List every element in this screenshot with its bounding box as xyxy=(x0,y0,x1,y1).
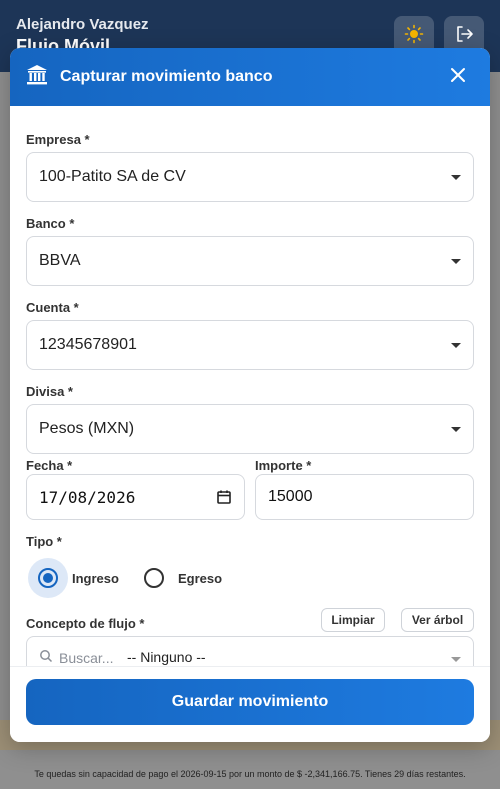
cuenta-value: 12345678901 xyxy=(39,336,137,353)
importe-input[interactable]: 15000 xyxy=(255,474,474,520)
tipo-label: Tipo * xyxy=(26,534,62,549)
importe-label: Importe * xyxy=(255,458,312,473)
clear-button[interactable]: Limpiar xyxy=(321,608,385,632)
radio-ingreso-control[interactable] xyxy=(28,558,68,598)
concepto-search[interactable]: Buscar... xyxy=(39,649,113,666)
banco-label: Banco * xyxy=(26,216,75,231)
divisa-label: Divisa * xyxy=(26,384,73,399)
cuenta-label: Cuenta * xyxy=(26,300,79,315)
fecha-value: 17/08/2026 xyxy=(39,487,136,507)
divisa-value: Pesos (MXN) xyxy=(39,420,135,437)
logout-icon xyxy=(454,24,474,49)
payment-capacity-note: Te quedas sin capacidad de pago el 2026-… xyxy=(34,769,466,779)
chevron-down-icon xyxy=(451,175,461,180)
concepto-label: Concepto de flujo * xyxy=(26,616,145,631)
chevron-down-icon xyxy=(451,427,461,432)
banco-select[interactable]: BBVA xyxy=(26,236,474,286)
empresa-value: 100-Patito SA de CV xyxy=(39,168,186,185)
bank-icon xyxy=(26,64,48,91)
concepto-search-placeholder: Buscar... xyxy=(59,649,114,666)
chevron-down-icon xyxy=(451,657,461,662)
banco-value: BBVA xyxy=(39,252,81,269)
radio-egreso-label: Egreso xyxy=(178,570,223,586)
view-tree-button[interactable]: Ver árbol xyxy=(401,608,474,632)
user-name: Alejandro Vazquez xyxy=(16,16,149,33)
empresa-label: Empresa * xyxy=(26,132,90,147)
fecha-input[interactable]: 17/08/2026 xyxy=(26,474,245,520)
chevron-down-icon xyxy=(451,259,461,264)
importe-value: 15000 xyxy=(268,488,313,505)
fecha-label: Fecha * xyxy=(26,458,73,473)
radio-dot xyxy=(43,573,53,583)
modal-title: Capturar movimiento banco xyxy=(60,68,273,85)
sun-icon xyxy=(404,24,424,49)
calendar-icon[interactable] xyxy=(216,489,232,509)
search-icon xyxy=(39,649,53,666)
empresa-select[interactable]: 100-Patito SA de CV xyxy=(26,152,474,202)
radio-ingreso[interactable]: Ingreso xyxy=(28,558,119,598)
capture-movement-modal: Capturar movimiento banco Empresa * 100-… xyxy=(10,48,490,742)
modal-footer: Guardar movimiento xyxy=(10,666,490,742)
chevron-down-icon xyxy=(451,343,461,348)
close-icon xyxy=(450,67,466,88)
radio-ring-selected xyxy=(38,568,58,588)
save-movement-button[interactable]: Guardar movimiento xyxy=(26,679,474,725)
radio-ingreso-label: Ingreso xyxy=(72,570,119,586)
modal-body: Empresa * 100-Patito SA de CV Banco * BB… xyxy=(10,106,490,676)
radio-egreso-control[interactable] xyxy=(134,558,174,598)
concepto-select[interactable]: -- Ninguno -- xyxy=(127,649,206,665)
close-button[interactable] xyxy=(446,65,470,89)
radio-ring-unselected xyxy=(144,568,164,588)
divisa-select[interactable]: Pesos (MXN) xyxy=(26,404,474,454)
radio-egreso[interactable]: Egreso xyxy=(134,558,222,598)
modal-header: Capturar movimiento banco xyxy=(10,48,490,106)
cuenta-select[interactable]: 12345678901 xyxy=(26,320,474,370)
